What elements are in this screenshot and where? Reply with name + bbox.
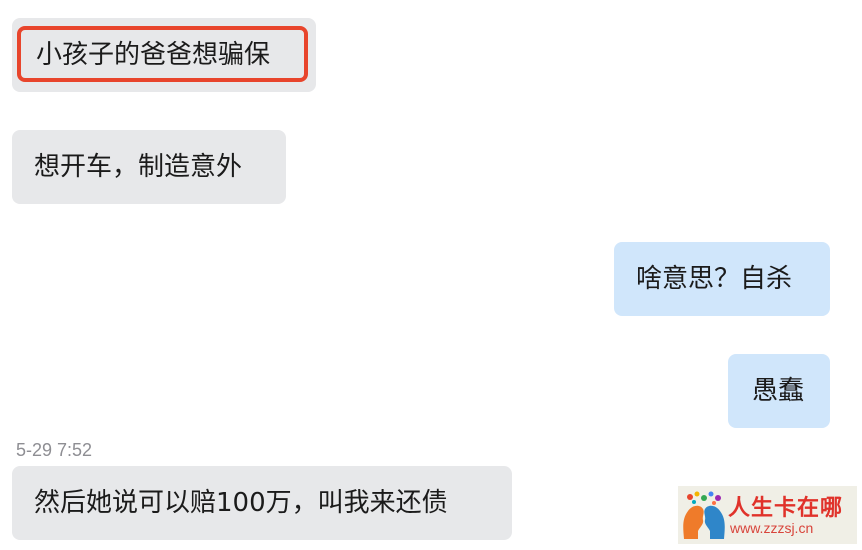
message-bubble-incoming[interactable]: 然后她说可以赔100万，叫我来还债 xyxy=(12,466,512,540)
message-bubble-outgoing[interactable]: 啥意思？自杀 xyxy=(614,242,830,316)
watermark: 人生卡在哪 www.zzzsj.cn xyxy=(678,486,857,544)
message-bubble-incoming[interactable]: 想开车，制造意外 xyxy=(12,130,286,204)
watermark-title: 人生卡在哪 xyxy=(728,496,844,521)
message-timestamp: 5-29 7:52 xyxy=(16,440,93,460)
message-text: 愚蠢 xyxy=(752,376,805,406)
two-heads-logo-icon xyxy=(683,491,725,539)
message-bubble-incoming[interactable]: 小孩子的爸爸想骗保 xyxy=(12,18,316,92)
message-text: 啥意思？自杀 xyxy=(636,264,793,294)
watermark-url: www.zzzsj.cn xyxy=(730,520,814,536)
message-text: 小孩子的爸爸想骗保 xyxy=(36,40,271,70)
message-text: 然后她说可以赔100万，叫我来还债 xyxy=(34,488,448,518)
chat-thread: 小孩子的爸爸想骗保 想开车，制造意外 啥意思？自杀 愚蠢 5-29 7:52 然… xyxy=(0,0,862,550)
message-text: 想开车，制造意外 xyxy=(34,152,243,182)
message-bubble-outgoing[interactable]: 愚蠢 xyxy=(728,354,830,428)
